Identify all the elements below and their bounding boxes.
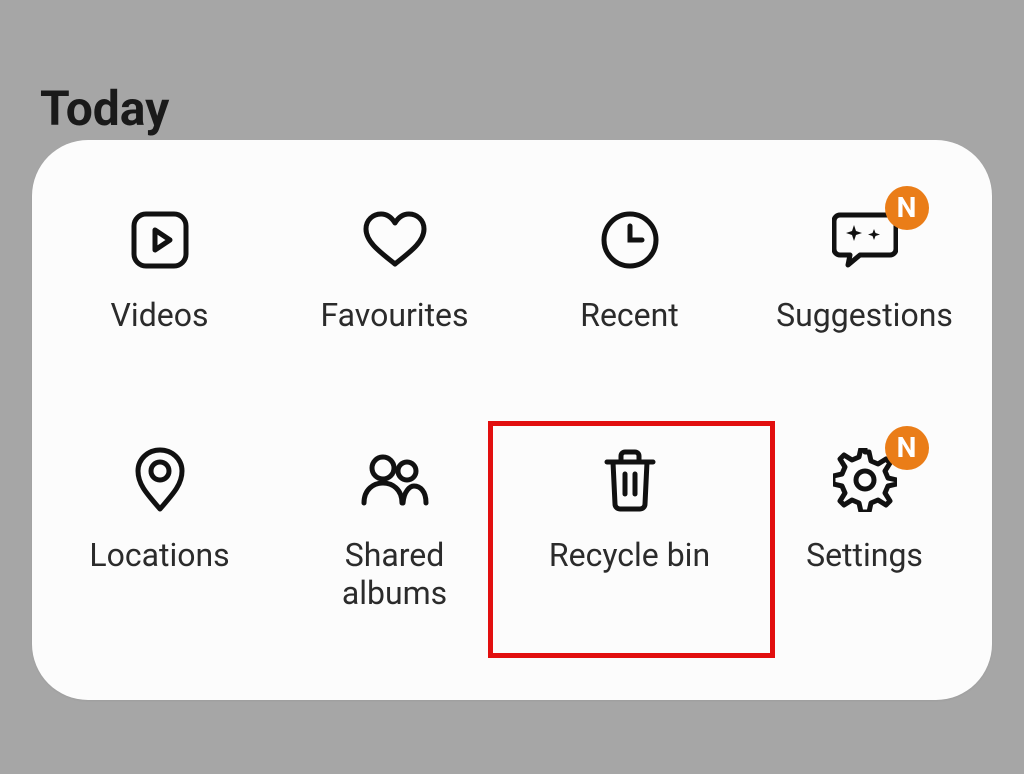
videos-label: Videos (111, 296, 209, 334)
recycle-bin-label: Recycle bin (549, 536, 710, 574)
heart-icon (355, 200, 435, 280)
favourites-label: Favourites (320, 296, 468, 334)
people-icon (355, 440, 435, 520)
recent-label: Recent (580, 296, 679, 334)
settings-tile[interactable]: N Settings (747, 420, 982, 660)
shared-albums-tile[interactable]: Shared albums (277, 420, 512, 660)
videos-tile[interactable]: Videos (42, 180, 277, 420)
recycle-bin-tile[interactable]: Recycle bin (512, 420, 747, 660)
favourites-tile[interactable]: Favourites (277, 180, 512, 420)
settings-label: Settings (806, 536, 923, 574)
sparkle-chat-icon: N (825, 200, 905, 280)
locations-label: Locations (89, 536, 229, 574)
suggestions-tile[interactable]: N Suggestions (747, 180, 982, 420)
card-container: Videos Favourites Recent (32, 140, 992, 700)
shared-albums-label: Shared albums (290, 536, 500, 613)
trash-icon (590, 440, 670, 520)
recent-tile[interactable]: Recent (512, 180, 747, 420)
new-badge: N (885, 186, 929, 230)
suggestions-label: Suggestions (776, 296, 953, 334)
new-badge: N (885, 426, 929, 470)
video-icon (120, 200, 200, 280)
section-title: Today (40, 80, 169, 137)
gear-icon: N (825, 440, 905, 520)
locations-tile[interactable]: Locations (42, 420, 277, 660)
clock-icon (590, 200, 670, 280)
location-pin-icon (120, 440, 200, 520)
